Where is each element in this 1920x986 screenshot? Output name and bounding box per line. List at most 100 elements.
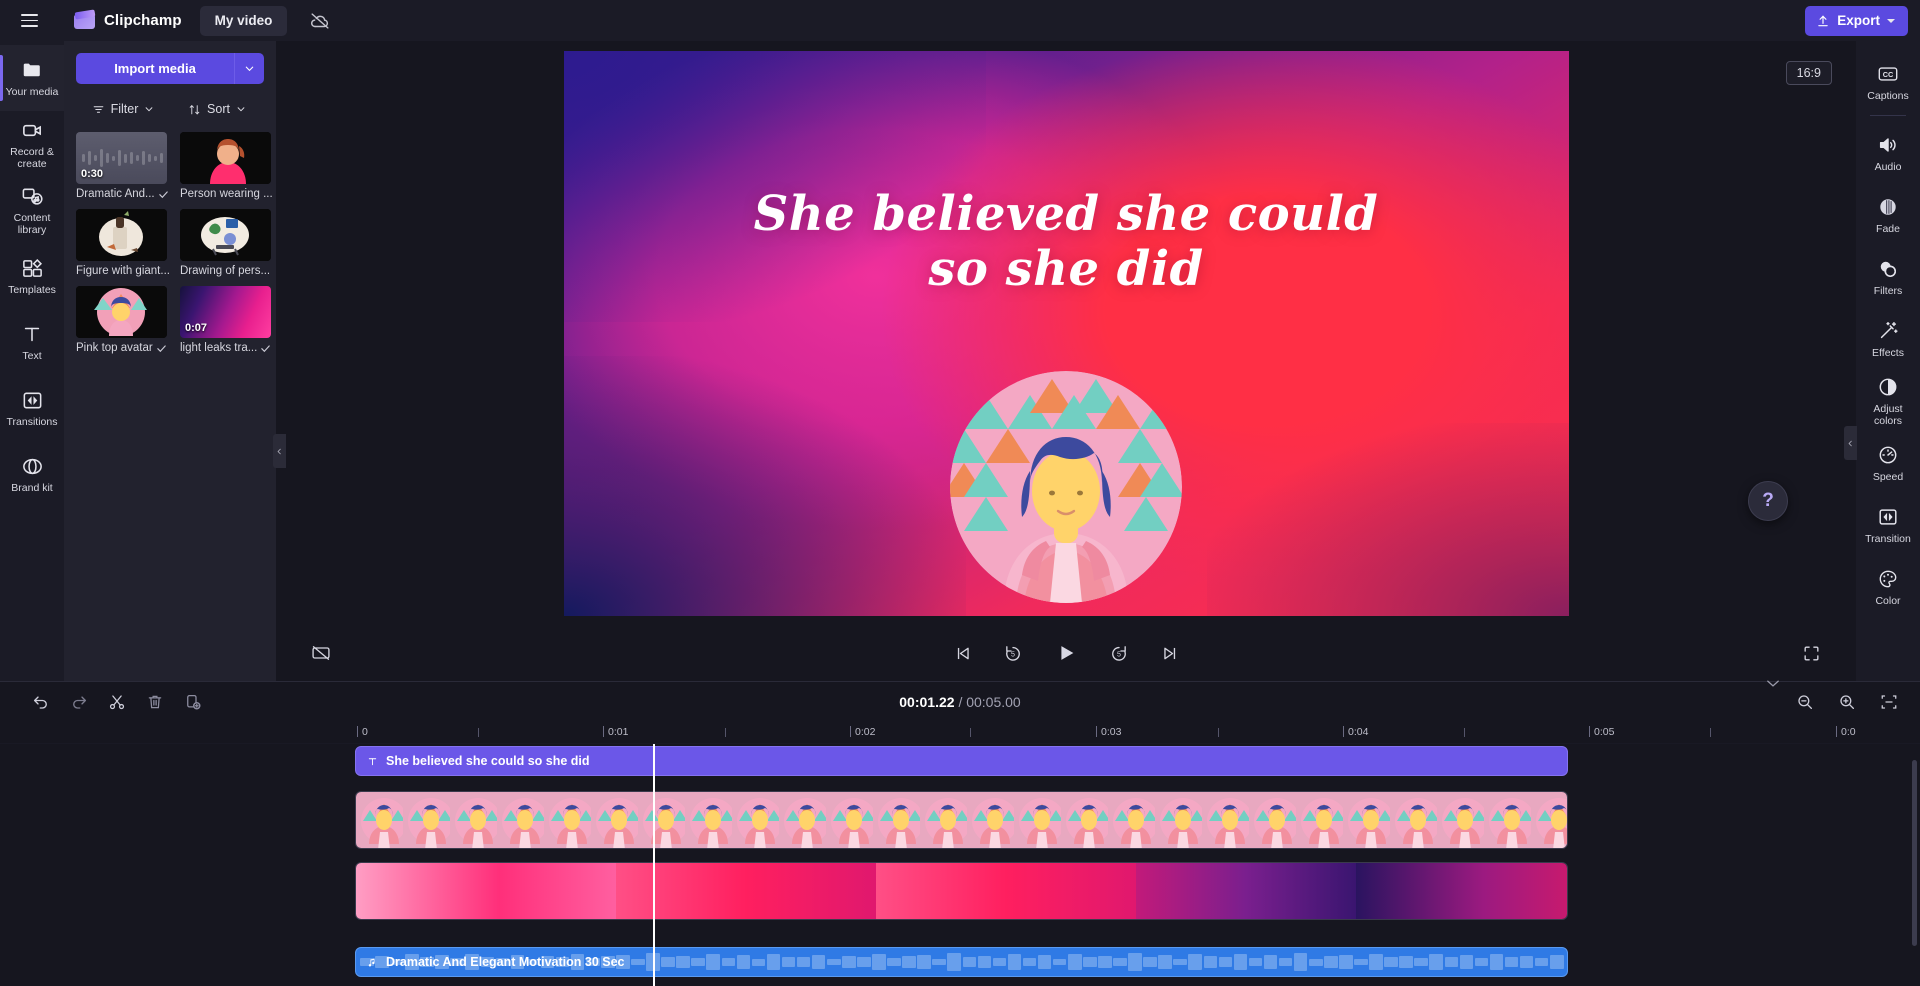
sort-button[interactable]: Sort bbox=[170, 98, 264, 120]
zoom-out-button[interactable] bbox=[1792, 689, 1818, 715]
media-item[interactable]: 0:30 Dramatic And... bbox=[76, 132, 170, 200]
skip-start-icon[interactable] bbox=[947, 638, 977, 668]
media-name: Person wearing ... bbox=[179, 188, 273, 200]
captions-off-icon[interactable] bbox=[306, 638, 336, 668]
media-caption: Dramatic And... bbox=[76, 188, 170, 200]
sidebar-item-brand-kit[interactable]: Brand kit bbox=[0, 441, 64, 507]
duplicate-button[interactable] bbox=[180, 689, 206, 715]
tool-item-transition[interactable]: Transition bbox=[1856, 494, 1920, 556]
redo-button[interactable] bbox=[66, 689, 92, 715]
rewind-5-icon[interactable]: 5 bbox=[998, 638, 1028, 668]
tool-label: Effects bbox=[1872, 346, 1904, 359]
zoom-in-button[interactable] bbox=[1834, 689, 1860, 715]
media-item[interactable]: Drawing of pers... bbox=[179, 209, 273, 277]
filter-button[interactable]: Filter bbox=[76, 98, 170, 120]
sidebar-item-your-media[interactable]: Your media bbox=[0, 45, 64, 111]
music-note-icon bbox=[368, 958, 375, 967]
sidebar-item-text[interactable]: Text bbox=[0, 309, 64, 375]
sidebar-label: Templates bbox=[8, 283, 56, 296]
timeline-toolbar: 00:01.22 / 00:05.00 bbox=[0, 682, 1920, 722]
media-thumbnail[interactable]: 0:07 bbox=[179, 286, 271, 338]
project-title-tab[interactable]: My video bbox=[199, 5, 288, 36]
import-media-button[interactable]: Import media bbox=[76, 53, 234, 84]
split-button[interactable] bbox=[104, 689, 130, 715]
timeline-scrollbar[interactable] bbox=[1912, 760, 1917, 946]
sidebar-item-templates[interactable]: Templates bbox=[0, 243, 64, 309]
tool-item-effects[interactable]: Effects bbox=[1856, 308, 1920, 370]
fullscreen-icon[interactable] bbox=[1796, 638, 1826, 668]
clip-label: Dramatic And Elegant Motivation 30 Sec bbox=[386, 955, 625, 969]
audio-clip-label-group: Dramatic And Elegant Motivation 30 Sec bbox=[367, 955, 624, 969]
tool-item-color[interactable]: Color bbox=[1856, 556, 1920, 618]
timeline-clip-text[interactable]: She believed she could so she did bbox=[355, 746, 1568, 776]
timeline-ruler[interactable]: 0 0:01 0:02 0:03 0:04 0:05 0:0 bbox=[0, 722, 1920, 744]
tool-item-filters[interactable]: Filters bbox=[1856, 246, 1920, 308]
speaker-icon bbox=[1877, 134, 1899, 157]
templates-icon bbox=[21, 257, 44, 280]
tool-item-fade[interactable]: Fade bbox=[1856, 184, 1920, 246]
brand-kit-icon bbox=[21, 455, 44, 478]
player-right-controls bbox=[1796, 638, 1826, 668]
check-icon bbox=[156, 344, 166, 352]
cloud-off-icon[interactable] bbox=[307, 8, 333, 34]
ruler-label: 0:05 bbox=[1594, 726, 1615, 738]
play-button[interactable] bbox=[1049, 636, 1083, 670]
player-transport-controls: 5 5 bbox=[276, 636, 1856, 670]
forward-5-icon[interactable]: 5 bbox=[1104, 638, 1134, 668]
media-name: Figure with giant... bbox=[76, 265, 170, 277]
collapse-properties-panel-button[interactable] bbox=[1844, 426, 1857, 460]
chevron-down-icon bbox=[146, 107, 153, 112]
sidebar-item-content-library[interactable]: Content library bbox=[0, 177, 64, 243]
transitions-icon bbox=[21, 389, 44, 412]
media-thumbnail[interactable] bbox=[76, 209, 167, 261]
tool-item-adjust-colors[interactable]: Adjust colors bbox=[1856, 370, 1920, 432]
sidebar-label: Brand kit bbox=[11, 481, 53, 494]
ruler-label: 0:0 bbox=[1841, 726, 1856, 738]
timeline-playhead[interactable] bbox=[653, 744, 655, 986]
timeline-clip-audio[interactable]: Dramatic And Elegant Motivation 30 Sec bbox=[355, 947, 1568, 977]
sidebar-item-transitions[interactable]: Transitions bbox=[0, 375, 64, 441]
timeline-panel: 00:01.22 / 00:05.00 0 0:01 0:02 0:03 0:0… bbox=[0, 681, 1920, 986]
ruler-label: 0:04 bbox=[1348, 726, 1369, 738]
collapse-media-panel-button[interactable] bbox=[273, 434, 286, 468]
brand-name: Clipchamp bbox=[104, 12, 182, 29]
media-thumbnail[interactable] bbox=[179, 132, 271, 184]
media-thumbnail[interactable]: 0:30 bbox=[76, 132, 167, 184]
help-button[interactable]: ? bbox=[1748, 481, 1788, 521]
video-canvas[interactable]: She believed she could so she did bbox=[563, 50, 1569, 616]
delete-button[interactable] bbox=[142, 689, 168, 715]
undo-button[interactable] bbox=[28, 689, 54, 715]
export-button[interactable]: Export bbox=[1805, 5, 1908, 36]
video-title-text: She believed she could so she did bbox=[564, 186, 1569, 297]
content-library-icon bbox=[21, 185, 44, 208]
aspect-ratio-badge[interactable]: 16:9 bbox=[1785, 61, 1832, 85]
clipchamp-editor: Clipchamp My video Export Your media Rec… bbox=[0, 0, 1920, 986]
sort-label: Sort bbox=[207, 102, 230, 116]
fit-to-screen-button[interactable] bbox=[1876, 689, 1902, 715]
media-item[interactable]: Person wearing ... bbox=[179, 132, 273, 200]
timeline-clip-video[interactable] bbox=[355, 791, 1568, 849]
media-name: light leaks tra... bbox=[179, 342, 258, 354]
media-item[interactable]: Pink top avatar bbox=[76, 286, 170, 354]
timeline-tracks: She believed she could so she did Dramat… bbox=[0, 744, 1920, 986]
tool-item-captions[interactable]: CC Captions bbox=[1856, 51, 1920, 113]
hamburger-menu-icon[interactable] bbox=[12, 4, 46, 38]
timecode-display: 00:01.22 / 00:05.00 bbox=[0, 694, 1920, 710]
filter-icon bbox=[93, 105, 103, 113]
media-item[interactable]: 0:07 light leaks tra... bbox=[179, 286, 273, 354]
timeline-clip-overlay[interactable] bbox=[355, 862, 1568, 920]
ruler-label: 0 bbox=[362, 726, 368, 738]
media-thumbnail[interactable] bbox=[179, 209, 271, 261]
skip-end-icon[interactable] bbox=[1155, 638, 1185, 668]
sidebar-item-record-create[interactable]: Record & create bbox=[0, 111, 64, 177]
tool-item-audio[interactable]: Audio bbox=[1856, 122, 1920, 184]
current-time: 00:01.22 bbox=[899, 694, 955, 710]
media-thumbnail[interactable] bbox=[76, 286, 167, 338]
ruler-label: 0:01 bbox=[608, 726, 629, 738]
transition-icon bbox=[1877, 506, 1899, 529]
media-item[interactable]: Figure with giant... bbox=[76, 209, 170, 277]
import-media-dropdown[interactable] bbox=[234, 53, 264, 84]
fade-circle-icon bbox=[1877, 196, 1899, 219]
tool-label: Adjust colors bbox=[1873, 402, 1903, 427]
tool-item-speed[interactable]: Speed bbox=[1856, 432, 1920, 494]
